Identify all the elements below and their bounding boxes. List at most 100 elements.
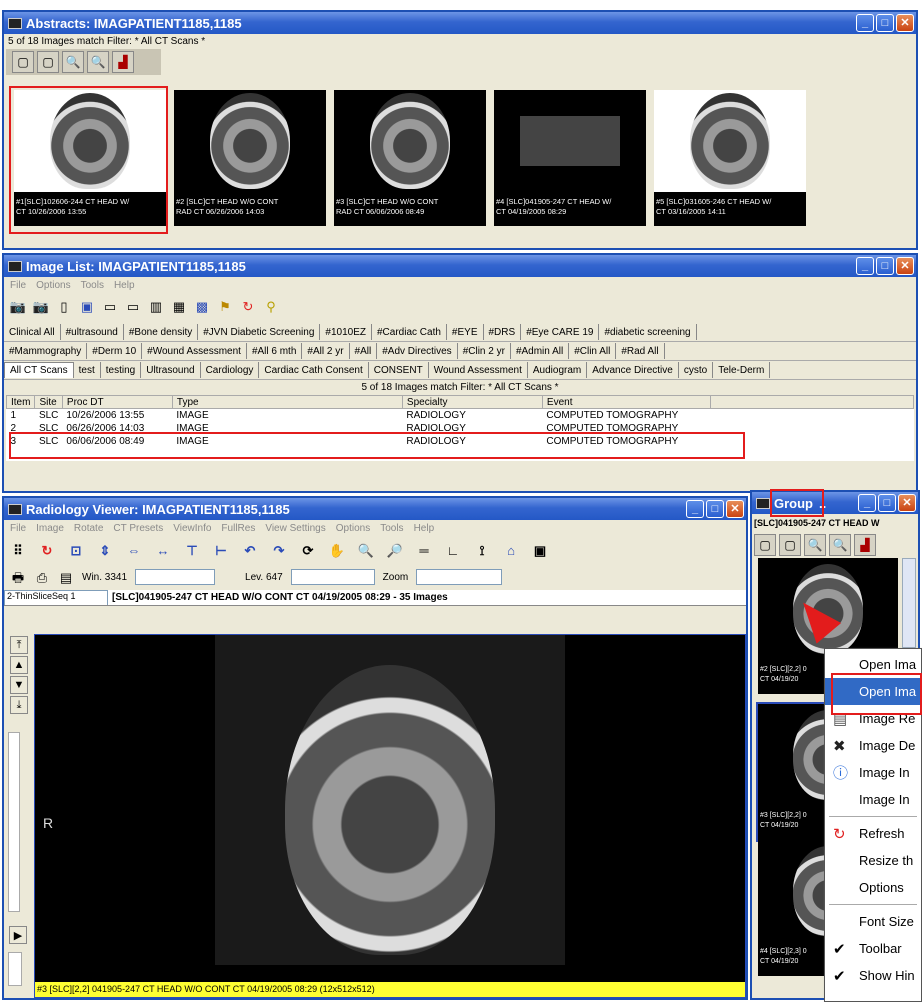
abstracts-titlebar[interactable]: Abstracts: IMAGPATIENT1185,1185 _ □ ✕ — [4, 12, 916, 34]
filter-tab[interactable]: #Rad All — [616, 343, 665, 359]
filter-tab[interactable]: Cardiac Cath Consent — [259, 362, 369, 378]
filter-tab[interactable]: #diabetic screening — [599, 324, 697, 340]
filter-tab[interactable]: #All 6 mth — [247, 343, 303, 359]
zoom-in-icon[interactable]: 🔍 — [62, 51, 84, 73]
chart-icon[interactable]: ▟ — [854, 534, 876, 556]
maximize-button[interactable]: □ — [878, 494, 896, 512]
width-icon[interactable]: ↔ — [155, 542, 171, 558]
filter-tab[interactable]: #Wound Assessment — [142, 343, 247, 359]
filter-tab[interactable]: CONSENT — [369, 362, 429, 378]
layout-alt-icon[interactable]: ▢ — [37, 51, 59, 73]
document-copy-icon[interactable]: ▣ — [79, 298, 95, 314]
previous-frame-button[interactable]: ▲ — [10, 656, 28, 674]
minimize-button[interactable]: _ — [856, 14, 874, 32]
context-menu-item[interactable]: ⓘ Image In — [825, 759, 921, 786]
zoom-out-icon[interactable]: 🔍 — [829, 534, 851, 556]
column-header[interactable]: Item — [6, 395, 36, 409]
context-menu-item[interactable]: ▤ Image Re — [825, 705, 921, 732]
close-button[interactable]: ✕ — [726, 500, 744, 518]
filter-tab[interactable]: Audiogram — [528, 362, 588, 378]
filter-tab[interactable]: #ultrasound — [61, 324, 124, 340]
menu-tools[interactable]: Tools — [81, 280, 104, 291]
next-frame-button[interactable]: ▼ — [10, 676, 28, 694]
refresh-icon[interactable]: ↻ — [240, 298, 256, 314]
grid-layout-icon[interactable]: ⠿ — [10, 542, 26, 558]
camera-alt-icon[interactable]: 📷 — [33, 298, 49, 314]
print-preview-icon[interactable]: 🖶 — [10, 569, 26, 585]
layout-alt-icon[interactable]: ▢ — [779, 534, 801, 556]
column-header[interactable]: Proc DT — [61, 395, 173, 409]
viewer-menu-item[interactable]: CT Presets — [113, 523, 163, 534]
magnify-icon[interactable]: 🔎 — [387, 542, 403, 558]
flag-icon[interactable]: ⚑ — [217, 298, 233, 314]
filter-tab[interactable]: Ultrasound — [141, 362, 201, 378]
document-icon[interactable]: ▯ — [56, 298, 72, 314]
context-menu-item[interactable]: ↻ Refresh — [825, 820, 921, 847]
abstract-thumbnail[interactable]: #4 [SLC]041905-247 CT HEAD W/CT 04/19/20… — [494, 90, 646, 226]
image-canvas[interactable]: R #3 [SLC][2,2] 041905-247 CT HEAD W/O C… — [34, 634, 746, 998]
align-left-icon[interactable]: ⊢ — [213, 542, 229, 558]
filter-tab[interactable]: #Cardiac Cath — [372, 324, 447, 340]
filter-tab[interactable]: #All — [350, 343, 378, 359]
context-menu-item[interactable]: ✔ Show Hin — [825, 962, 921, 989]
filter-tab[interactable]: Wound Assessment — [429, 362, 528, 378]
group-scrollbar[interactable] — [902, 558, 916, 648]
measure-icon[interactable]: ═ — [416, 542, 432, 558]
viewer-menu-item[interactable]: View Settings — [265, 523, 325, 534]
filter-tab[interactable]: #Clin 2 yr — [458, 343, 511, 359]
filter-tab[interactable]: Clinical All — [4, 324, 61, 340]
zoom-in-icon[interactable]: 🔍 — [804, 534, 826, 556]
column-header[interactable]: Event — [541, 395, 711, 409]
filter-icon[interactable]: ⚲ — [263, 298, 279, 314]
rotate-icon[interactable]: ⟳ — [300, 542, 316, 558]
context-menu-item[interactable]: Open Ima — [825, 651, 921, 678]
viewer-titlebar[interactable]: Radiology Viewer: IMAGPATIENT1185,1185 _… — [4, 498, 746, 520]
series-select[interactable]: 2-ThinSliceSeq 1 — [4, 590, 108, 605]
flip-horizontal-icon[interactable]: ⇔ — [126, 542, 142, 558]
grid-icon[interactable]: ▦ — [171, 298, 187, 314]
filter-tab[interactable]: Tele-Derm — [713, 362, 771, 378]
table-row[interactable]: 3 SLC 06/06/2006 08:49 IMAGE RADIOLOGY COMPUT… — [6, 434, 914, 448]
camera-icon[interactable]: 📷 — [10, 298, 26, 314]
viewer-menu-item[interactable]: FullRes — [221, 523, 255, 534]
filter-tab[interactable]: #All 2 yr — [302, 343, 350, 359]
columns-icon[interactable]: ▥ — [148, 298, 164, 314]
minimize-button[interactable]: _ — [856, 257, 874, 275]
filter-tab[interactable]: #Derm 10 — [87, 343, 143, 359]
level-slider[interactable] — [290, 569, 375, 585]
layout-icon[interactable]: ▢ — [12, 51, 34, 73]
abstract-thumbnail[interactable]: #1[SLC]102606-244 CT HEAD W/CT 10/26/200… — [14, 90, 166, 226]
document-icon[interactable]: ▤ — [58, 569, 74, 585]
filter-tab[interactable]: testing — [101, 362, 142, 378]
filter-tab[interactable]: #Mammography — [4, 343, 88, 359]
context-menu-item[interactable]: Font Size — [825, 908, 921, 935]
play-button[interactable]: ▶ — [9, 926, 27, 944]
abstract-thumbnail[interactable]: #5 [SLC]031605-246 CT HEAD W/CT 03/16/20… — [654, 90, 806, 226]
align-top-icon[interactable]: ⊤ — [184, 542, 200, 558]
maximize-button[interactable]: □ — [876, 257, 894, 275]
refresh-icon[interactable]: ↻ — [39, 542, 55, 558]
viewer-menu-item[interactable]: ViewInfo — [173, 523, 211, 534]
filter-tab[interactable]: #DRS — [484, 324, 522, 340]
filter-tab[interactable]: #Bone density — [124, 324, 199, 340]
viewer-menu-item[interactable]: Image — [36, 523, 64, 534]
column-header[interactable]: Specialty — [401, 395, 543, 409]
filter-tab[interactable]: #EYE — [447, 324, 484, 340]
image-list-titlebar[interactable]: Image List: IMAGPATIENT1185,1185 _ □ ✕ — [4, 255, 916, 277]
context-menu-item[interactable]: Resize th — [825, 847, 921, 874]
filmstrip-alt-icon[interactable]: ▭ — [125, 298, 141, 314]
filter-tab[interactable]: #Adv Directives — [377, 343, 458, 359]
annotate-icon[interactable]: ⟟ — [474, 542, 490, 558]
viewer-menu-item[interactable]: Rotate — [74, 523, 103, 534]
rotate-left-icon[interactable]: ↶ — [242, 542, 258, 558]
column-header[interactable]: Site — [34, 395, 63, 409]
viewer-menu-item[interactable]: File — [10, 523, 26, 534]
column-header[interactable]: Type — [171, 395, 403, 409]
thumbnail-grid-icon[interactable]: ▩ — [194, 298, 210, 314]
menu-options[interactable]: Options — [36, 280, 70, 291]
maximize-button[interactable]: □ — [876, 14, 894, 32]
filter-tab[interactable]: #Eye CARE 19 — [521, 324, 600, 340]
zoom-out-icon[interactable]: 🔍 — [87, 51, 109, 73]
abstract-thumbnail[interactable]: #3 [SLC]CT HEAD W/O CONT RAD CT 06/06/200… — [334, 90, 486, 226]
filter-tab[interactable]: cysto — [679, 362, 714, 378]
